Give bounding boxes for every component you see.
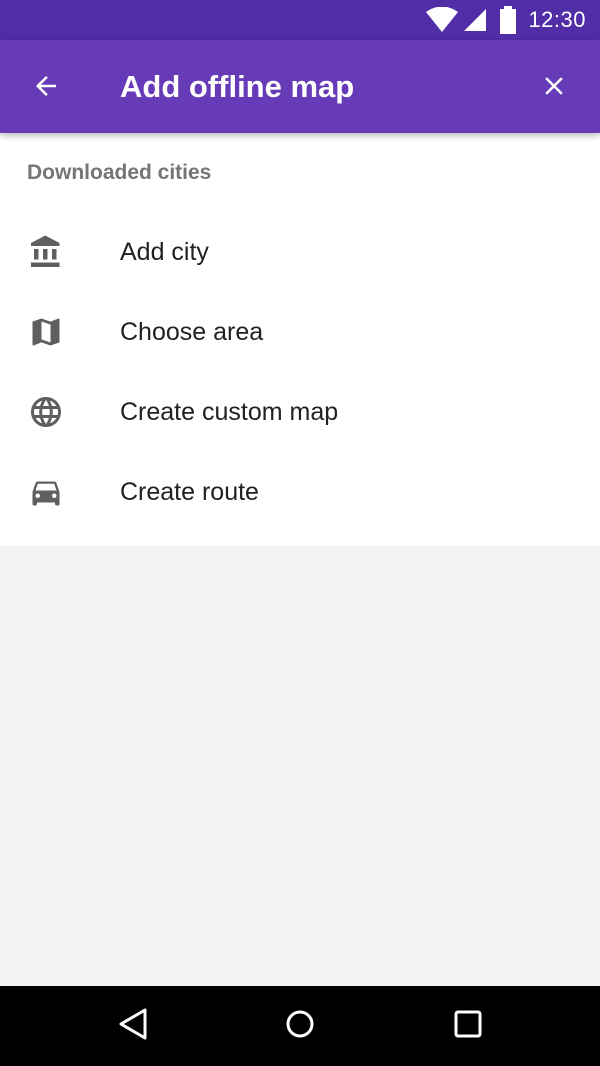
- menu-item-add-city[interactable]: Add city: [0, 212, 600, 292]
- menu-item-choose-area[interactable]: Choose area: [0, 292, 600, 372]
- cell-signal-icon: [462, 7, 488, 33]
- nav-home-button[interactable]: [274, 1000, 326, 1052]
- menu-item-label: Add city: [120, 237, 209, 266]
- menu-item-label: Create custom map: [120, 397, 339, 426]
- menu-item-create-custom-map[interactable]: Create custom map: [0, 372, 600, 452]
- status-icons: 12:30: [426, 0, 586, 40]
- menu-item-create-route[interactable]: Create route: [0, 452, 600, 532]
- back-triangle-icon: [116, 1007, 150, 1046]
- system-nav-bar: [0, 986, 600, 1066]
- status-bar: 12:30: [0, 0, 600, 40]
- nav-back-button[interactable]: [107, 1000, 159, 1052]
- city-bank-icon: [28, 234, 64, 270]
- app-bar: Add offline map: [0, 40, 600, 133]
- globe-icon: [28, 394, 64, 430]
- section-header: Downloaded cities: [27, 161, 212, 184]
- map-icon: [28, 314, 64, 350]
- close-icon: [539, 71, 569, 106]
- page-title: Add offline map: [120, 69, 355, 104]
- status-time: 12:30: [528, 7, 586, 32]
- back-button[interactable]: [22, 64, 70, 112]
- nav-recents-button[interactable]: [442, 1000, 494, 1052]
- menu-item-label: Choose area: [120, 317, 264, 346]
- close-button[interactable]: [530, 64, 578, 112]
- menu-item-label: Create route: [120, 477, 259, 506]
- arrow-back-icon: [31, 71, 61, 106]
- battery-icon: [500, 6, 517, 34]
- menu-list: Add city Choose area Create custom map C…: [0, 212, 600, 532]
- content-card: Downloaded cities Add city Choose area C…: [0, 133, 600, 546]
- wifi-icon: [426, 7, 459, 33]
- home-circle-icon: [284, 1008, 316, 1045]
- car-icon: [28, 474, 64, 510]
- recents-square-icon: [453, 1009, 483, 1044]
